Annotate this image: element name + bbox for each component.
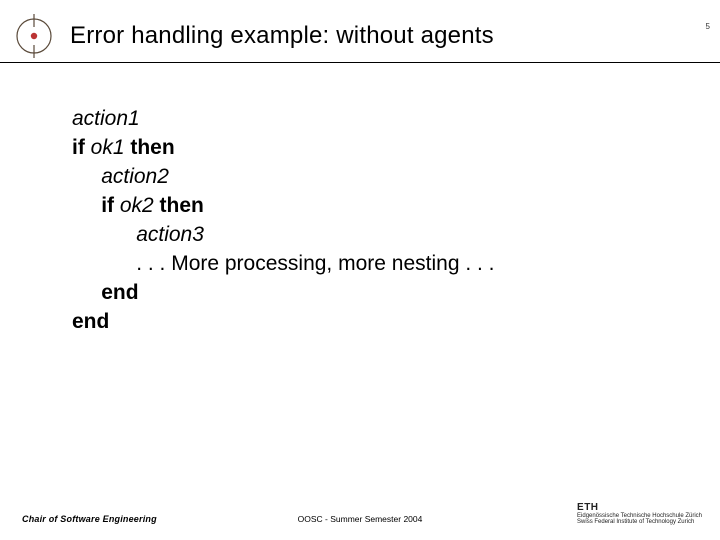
code-keyword: if: [101, 194, 120, 217]
code-text: ok2: [120, 194, 154, 217]
logo-icon: [12, 14, 56, 58]
code-keyword: then: [154, 194, 204, 217]
page-number: 5: [706, 22, 710, 31]
code-text: action3: [136, 223, 204, 246]
code-text: ok1: [91, 136, 125, 159]
slide-header: Error handling example: without agents: [0, 14, 720, 58]
code-keyword: end: [72, 310, 109, 333]
code-text: action2: [101, 165, 169, 188]
code-keyword: if: [72, 136, 91, 159]
eth-logo-text: ETH: [577, 502, 702, 513]
header-divider: [0, 62, 720, 63]
code-text: . . . More processing, more nesting . . …: [136, 252, 494, 275]
eth-subtitle: Eidgenössische Technische Hochschule Zür…: [577, 513, 702, 520]
code-text: action1: [72, 107, 140, 130]
code-keyword: end: [101, 281, 138, 304]
slide-title: Error handling example: without agents: [70, 22, 494, 50]
code-keyword: then: [125, 136, 175, 159]
code-block: action1 if ok1 then action2 if ok2 then …: [72, 105, 495, 337]
eth-subtitle: Swiss Federal Institute of Technology Zu…: [577, 519, 702, 526]
slide: Error handling example: without agents 5…: [0, 0, 720, 540]
footer-right: ETH Eidgenössische Technische Hochschule…: [577, 502, 702, 526]
